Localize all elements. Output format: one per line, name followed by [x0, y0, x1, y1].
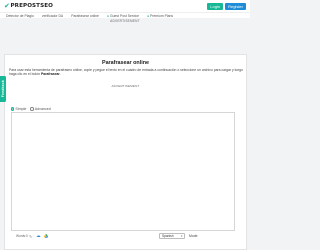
- text-input-area[interactable]: [11, 112, 235, 231]
- feedback-label: Feedback: [1, 80, 5, 98]
- top-header: ✔ PREPOSTSEO Login Register: [0, 0, 250, 12]
- login-button[interactable]: Login: [207, 2, 224, 10]
- input-toolbar: Words:0 ✎ ☁ Spanish ▾ Mode: [11, 231, 235, 241]
- radio-unselected-icon[interactable]: [30, 107, 34, 111]
- nav-item-label: verificador DA: [41, 13, 64, 18]
- nav-item-guest-post[interactable]: ● Guest Post Service: [107, 14, 139, 18]
- mode-options: Simple Advanced: [11, 107, 51, 111]
- mode-simple-label: Simple: [15, 107, 27, 111]
- nav-item-premium[interactable]: ● Premium Plans: [147, 14, 173, 18]
- nav-item-da-checker[interactable]: verificador DA: [42, 14, 63, 18]
- main-nav: Detector de Plagio verificador DA Parafr…: [0, 12, 250, 18]
- auth-buttons: Login Register: [207, 2, 246, 10]
- word-counter: Words:0 ✎: [16, 234, 32, 239]
- cloud-upload-icon[interactable]: ☁: [36, 233, 40, 239]
- mode-advanced-option[interactable]: Advanced: [30, 107, 51, 111]
- chevron-down-icon: ▾: [180, 233, 183, 238]
- mode-simple-option[interactable]: Simple: [11, 107, 26, 111]
- nav-item-label: Detector de Plagio: [6, 13, 34, 18]
- advertisement-label: ADVERTISEMENT: [111, 84, 140, 88]
- register-button[interactable]: Register: [225, 2, 246, 10]
- google-drive-icon[interactable]: [43, 234, 48, 238]
- language-select[interactable]: Spanish ▾: [159, 232, 185, 239]
- nav-item-label: Guest Post Service: [109, 13, 140, 18]
- nav-item-paraphrase[interactable]: Parafrasear online: [71, 14, 99, 18]
- language-select-value: Spanish: [162, 233, 174, 238]
- mode-label: Mode: [189, 233, 198, 238]
- tool-description: Para usar esta herramienta de parafraseo…: [9, 68, 243, 77]
- site-logo[interactable]: ✔ PREPOSTSEO: [4, 2, 53, 10]
- page-title: Parafrasear online: [101, 60, 150, 66]
- dot-icon: ●: [147, 13, 150, 18]
- description-end: .: [59, 72, 61, 77]
- nav-item-label: Parafrasear online: [71, 13, 99, 18]
- radio-selected-icon[interactable]: [11, 107, 15, 111]
- description-bold: Parafrasear: [41, 72, 60, 77]
- dot-icon: ●: [106, 13, 109, 18]
- pencil-icon: ✎: [28, 233, 33, 239]
- logo-mark-icon: ✔: [4, 2, 10, 10]
- feedback-tab[interactable]: Feedback: [0, 76, 6, 102]
- logo-text: PREPOSTSEO: [10, 3, 54, 9]
- nav-item-label: Premium Plans: [150, 13, 174, 18]
- mode-advanced-label: Advanced: [34, 107, 51, 111]
- advertisement-label: ADVERTISEMENT: [110, 19, 140, 23]
- word-count-label: Words:0: [16, 234, 28, 238]
- nav-item-plagiarism[interactable]: Detector de Plagio: [6, 14, 34, 18]
